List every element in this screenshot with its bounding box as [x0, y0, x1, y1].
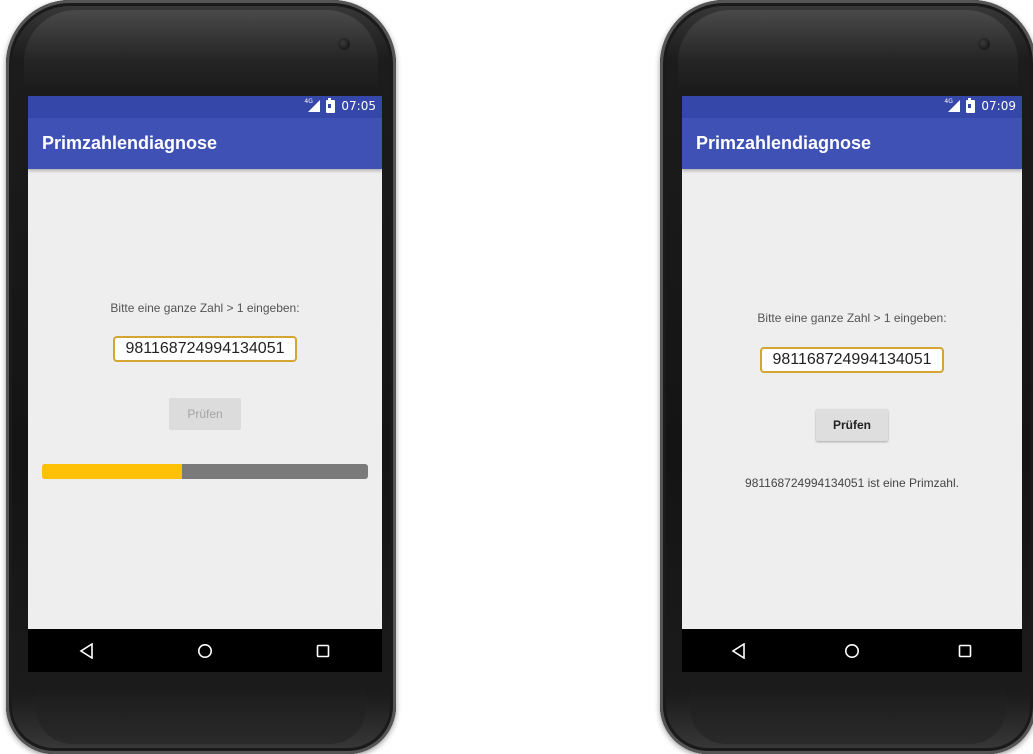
app-bar: Primzahlendiagnose: [28, 118, 382, 169]
recents-icon[interactable]: [945, 631, 985, 671]
front-camera: [978, 38, 990, 50]
signal-icon: 4G: [944, 98, 961, 112]
battery-icon: [966, 97, 976, 113]
home-icon[interactable]: [832, 631, 872, 671]
result-text: 981168724994134051 ist eine Primzahl.: [745, 476, 959, 490]
app-bar: Primzahlendiagnose: [682, 118, 1022, 169]
back-icon[interactable]: [67, 631, 107, 671]
front-camera: [338, 38, 350, 50]
battery-icon: [326, 97, 336, 113]
phone-chin: [36, 690, 366, 744]
app-title: Primzahlendiagnose: [696, 133, 872, 153]
home-icon[interactable]: [185, 631, 225, 671]
prompt-label: Bitte eine ganze Zahl > 1 eingeben:: [110, 301, 300, 315]
status-bar: 4G 07:05: [28, 96, 382, 118]
nav-bar: [28, 629, 382, 672]
progress-fill: [42, 464, 183, 479]
prompt-label: Bitte eine ganze Zahl > 1 eingeben:: [757, 311, 947, 325]
check-button[interactable]: Prüfen: [169, 398, 241, 430]
screen-result: 4G 07:09 Primzahlendiagnose Bitte eine g…: [682, 96, 1022, 672]
app-title: Primzahlendiagnose: [42, 133, 218, 153]
check-button[interactable]: Prüfen: [816, 409, 888, 441]
phone-left: 4G 07:05 Primzahlendiagnose Bitte eine g…: [6, 0, 396, 754]
phone-right: 4G 07:09 Primzahlendiagnose Bitte eine g…: [660, 0, 1033, 754]
back-icon[interactable]: [719, 631, 759, 671]
phone-glare: [24, 10, 378, 90]
screen-checking: 4G 07:05 Primzahlendiagnose Bitte eine g…: [28, 96, 382, 672]
status-time: 07:05: [341, 99, 376, 113]
phone-glare: [678, 10, 1018, 90]
signal-icon: 4G: [304, 98, 321, 112]
nav-bar: [682, 629, 1022, 672]
progress-bar: [42, 464, 368, 479]
recents-icon[interactable]: [303, 631, 343, 671]
phone-chin: [690, 690, 1006, 744]
number-input[interactable]: [760, 347, 944, 373]
number-input[interactable]: [113, 336, 297, 362]
status-bar: 4G 07:09: [682, 96, 1022, 118]
status-time: 07:09: [981, 99, 1016, 113]
